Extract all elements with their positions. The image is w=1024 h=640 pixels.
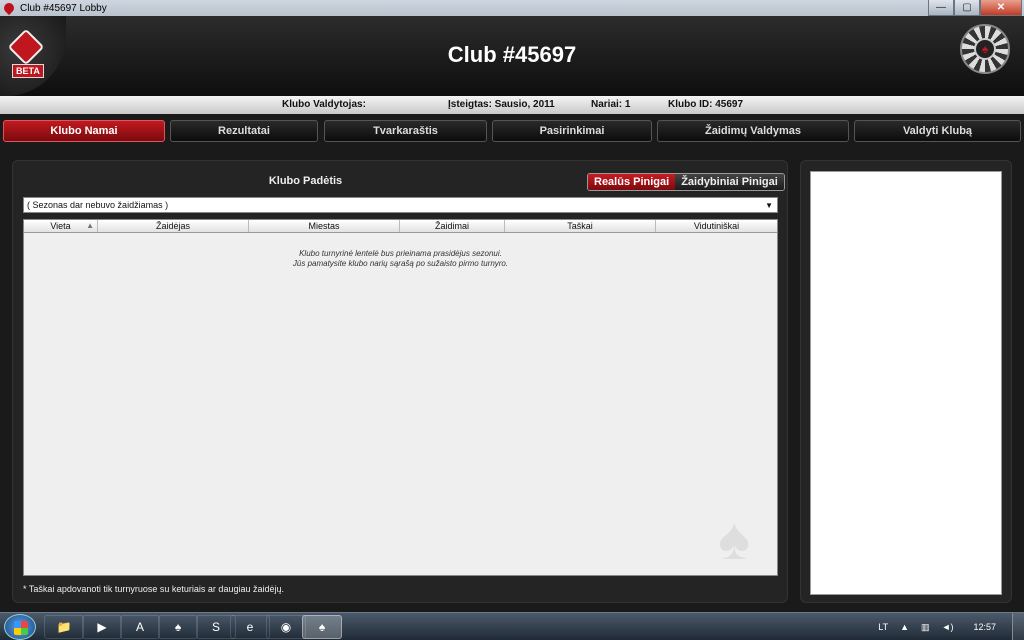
tab-game-management[interactable]: Žaidimų Valdymas: [657, 120, 849, 142]
poker-chip-icon[interactable]: ♠: [960, 24, 1010, 74]
windows-logo-icon: [14, 621, 28, 635]
maximize-button[interactable]: ▢: [954, 0, 980, 16]
club-id-label: Klubo ID: 45697: [668, 99, 744, 110]
chip-spade-icon: ♠: [974, 38, 996, 60]
language-indicator[interactable]: LT: [878, 622, 888, 632]
tab-options[interactable]: Pasirinkimai: [492, 120, 652, 142]
side-panel: [800, 160, 1012, 603]
real-money-button[interactable]: Realūs Pinigai: [588, 174, 676, 190]
sort-asc-icon: ▲: [86, 221, 94, 230]
close-button[interactable]: ✕: [980, 0, 1022, 16]
season-dropdown[interactable]: ( Sezonas dar nebuvo žaidžiamas ) ▼: [23, 197, 778, 213]
season-dropdown-value: ( Sezonas dar nebuvo žaidžiamas ): [27, 200, 169, 210]
tab-results[interactable]: Rezultatai: [170, 120, 318, 142]
points-footnote: * Taškai apdovanoti tik turnyruose su ke…: [23, 584, 284, 594]
system-tray: LT ▲ ▥ ◄) 12:57: [872, 613, 1024, 640]
empty-table-message: Klubo turnyrinė lentelė bus prieinama pr…: [24, 249, 777, 269]
firefox-icon[interactable]: ◉: [266, 615, 306, 639]
table-header: Vieta ▲ Žaidėjas Miestas Žaidimai Taškai…: [24, 220, 777, 233]
column-header-points[interactable]: Taškai: [505, 220, 656, 232]
side-content-area: [810, 171, 1002, 595]
standings-panel: Klubo Padėtis Realūs Pinigai Žaidybiniai…: [12, 160, 788, 603]
column-header-average[interactable]: Vidutiniškai: [656, 220, 777, 232]
standings-table: Vieta ▲ Žaidėjas Miestas Žaidimai Taškai…: [23, 219, 778, 576]
play-money-button[interactable]: Žaidybiniai Pinigai: [675, 174, 784, 190]
window-title: Club #45697 Lobby: [20, 2, 107, 14]
club-founded-label: Įsteigtas: Sausio, 2011: [448, 99, 555, 110]
spade-watermark-icon: ♠: [718, 505, 750, 572]
column-header-games[interactable]: Žaidimai: [400, 220, 505, 232]
tab-manage-club[interactable]: Valdyti Klubą: [854, 120, 1021, 142]
empty-message-line-1: Klubo turnyrinė lentelė bus prieinama pr…: [299, 249, 502, 258]
minimize-button[interactable]: —: [928, 0, 954, 16]
media-player-icon[interactable]: ▶: [82, 615, 122, 639]
volume-icon[interactable]: ◄): [942, 622, 954, 632]
club-members-label: Nariai: 1: [591, 99, 631, 110]
pokerstars-icon[interactable]: ♠: [158, 615, 198, 639]
start-button[interactable]: [4, 614, 36, 640]
window-titlebar[interactable]: Club #45697 Lobby — ▢ ✕: [0, 0, 1024, 16]
window-controls: — ▢ ✕: [928, 0, 1022, 16]
pokerstars-lobby-icon[interactable]: ♠: [302, 615, 342, 639]
column-header-city[interactable]: Miestas: [249, 220, 400, 232]
money-type-toggle: Realūs Pinigai Žaidybiniai Pinigai: [587, 173, 785, 191]
acrobat-icon[interactable]: A: [120, 615, 160, 639]
pokerstars-app-icon: [1, 0, 17, 16]
show-desktop-button[interactable]: [1012, 613, 1024, 640]
explorer-icon[interactable]: 📁: [44, 615, 84, 639]
chevron-down-icon: ▼: [765, 201, 773, 210]
tab-schedule[interactable]: Tvarkaraštis: [324, 120, 487, 142]
tab-club-home[interactable]: Klubo Namai: [3, 120, 165, 142]
lobby-header: BETA Club #45697 ♠: [0, 16, 1024, 96]
tray-expand-icon[interactable]: ▲: [900, 622, 909, 632]
club-title: Club #45697: [447, 42, 577, 67]
column-header-player[interactable]: Žaidėjas: [98, 220, 249, 232]
club-info-bar: Klubo Valdytojas: Įsteigtas: Sausio, 201…: [0, 96, 1024, 114]
club-owner-label: Klubo Valdytojas:: [282, 99, 366, 110]
empty-message-line-2: Jūs pamatysite klubo narių sąrašą po suž…: [292, 259, 509, 268]
ie-icon[interactable]: e: [230, 615, 270, 639]
clock[interactable]: 12:57: [973, 622, 996, 632]
windows-taskbar: 📁 ▶ A ♠ S e ◉ ♠ LT ▲ ▥ ◄) 12:57: [0, 612, 1024, 640]
standings-title: Klubo Padėtis: [268, 175, 343, 187]
column-header-place[interactable]: Vieta ▲: [24, 220, 98, 232]
network-icon[interactable]: ▥: [921, 622, 930, 633]
main-nav: Klubo Namai Rezultatai Tvarkaraštis Pasi…: [0, 118, 1024, 144]
